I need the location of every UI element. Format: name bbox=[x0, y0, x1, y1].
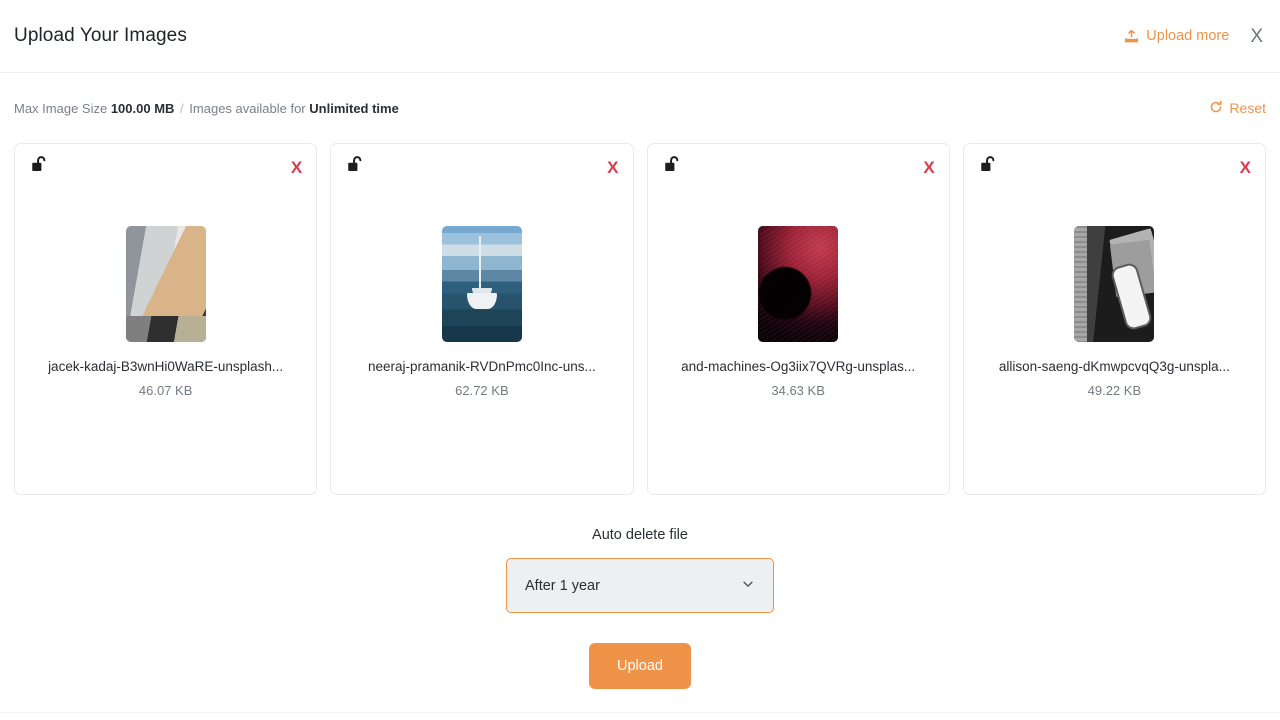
remove-image-button[interactable]: X bbox=[1240, 159, 1251, 176]
file-name: jacek-kadaj-B3wnHi0WaRE-unsplash... bbox=[48, 359, 284, 374]
uploaded-images-list: X jacek-kadaj-B3wnHi0WaRE-unsplash... 46… bbox=[0, 143, 1280, 495]
remove-image-button[interactable]: X bbox=[607, 159, 618, 176]
unlock-icon[interactable] bbox=[29, 154, 50, 180]
close-icon[interactable]: X bbox=[1247, 25, 1266, 48]
availability-prefix: Images available for bbox=[189, 100, 306, 116]
file-size: 34.63 KB bbox=[771, 383, 825, 398]
file-name: allison-saeng-dKmwpcvqQ3g-unspla... bbox=[998, 359, 1230, 374]
auto-delete-value: After 1 year bbox=[525, 577, 600, 594]
card-toolbar: X bbox=[345, 154, 619, 180]
image-thumbnail[interactable] bbox=[758, 226, 839, 342]
bottom-divider bbox=[0, 712, 1280, 713]
card-toolbar: X bbox=[662, 155, 935, 179]
file-name: and-machines-Og3iix7QVRg-unsplas... bbox=[681, 359, 916, 374]
upload-icon bbox=[1124, 29, 1139, 44]
remove-image-button[interactable]: X bbox=[923, 159, 934, 176]
file-name: neeraj-pramanik-RVDnPmc0Inc-uns... bbox=[367, 359, 596, 374]
auto-delete-select[interactable]: After 1 year bbox=[506, 558, 774, 613]
image-thumbnail[interactable] bbox=[1074, 226, 1155, 342]
image-card[interactable]: X neeraj-pramanik-RVDnPmc0Inc-uns... 62.… bbox=[330, 143, 634, 495]
reset-label: Reset bbox=[1229, 100, 1266, 116]
upload-constraints: Max Image Size 100.00 MB / Images availa… bbox=[14, 101, 399, 116]
max-size-value: 100.00 MB bbox=[110, 100, 175, 116]
chevron-down-icon bbox=[741, 577, 755, 595]
file-size: 46.07 KB bbox=[138, 383, 193, 398]
card-toolbar: X bbox=[978, 155, 1251, 179]
file-size: 62.72 KB bbox=[455, 383, 509, 398]
upload-more-label: Upload more bbox=[1146, 28, 1230, 44]
availability-value: Unlimited time bbox=[309, 100, 399, 116]
remove-image-button[interactable]: X bbox=[291, 159, 302, 176]
unlock-icon[interactable] bbox=[345, 154, 366, 180]
file-size: 49.22 KB bbox=[1087, 383, 1142, 398]
image-card[interactable]: X allison-saeng-dKmwpcvqQ3g-unspla... 49… bbox=[962, 143, 1266, 495]
image-thumbnail[interactable] bbox=[125, 226, 206, 342]
reset-button[interactable]: Reset bbox=[1209, 100, 1266, 117]
image-card[interactable]: X and-machines-Og3iix7QVRg-unsplas... 34… bbox=[646, 143, 950, 495]
auto-delete-label: Auto delete file bbox=[592, 527, 688, 543]
image-thumbnail[interactable] bbox=[441, 226, 522, 342]
upload-button[interactable]: Upload bbox=[589, 643, 691, 689]
image-card[interactable]: X jacek-kadaj-B3wnHi0WaRE-unsplash... 46… bbox=[14, 143, 318, 495]
header-actions: Upload more X bbox=[1124, 25, 1266, 48]
max-size-prefix: Max Image Size bbox=[14, 100, 108, 116]
refresh-icon bbox=[1209, 100, 1223, 117]
unlock-icon[interactable] bbox=[662, 154, 683, 180]
upload-more-button[interactable]: Upload more bbox=[1124, 28, 1229, 44]
upload-form: Auto delete file After 1 year Upload bbox=[0, 527, 1280, 689]
auto-delete-select-wrap: After 1 year bbox=[506, 558, 774, 613]
info-bar: Max Image Size 100.00 MB / Images availa… bbox=[0, 73, 1280, 143]
unlock-icon[interactable] bbox=[978, 154, 999, 180]
page-title: Upload Your Images bbox=[14, 25, 187, 46]
page-header: Upload Your Images Upload more X bbox=[0, 0, 1280, 73]
card-toolbar: X bbox=[29, 155, 302, 179]
meta-separator: / bbox=[180, 100, 184, 116]
